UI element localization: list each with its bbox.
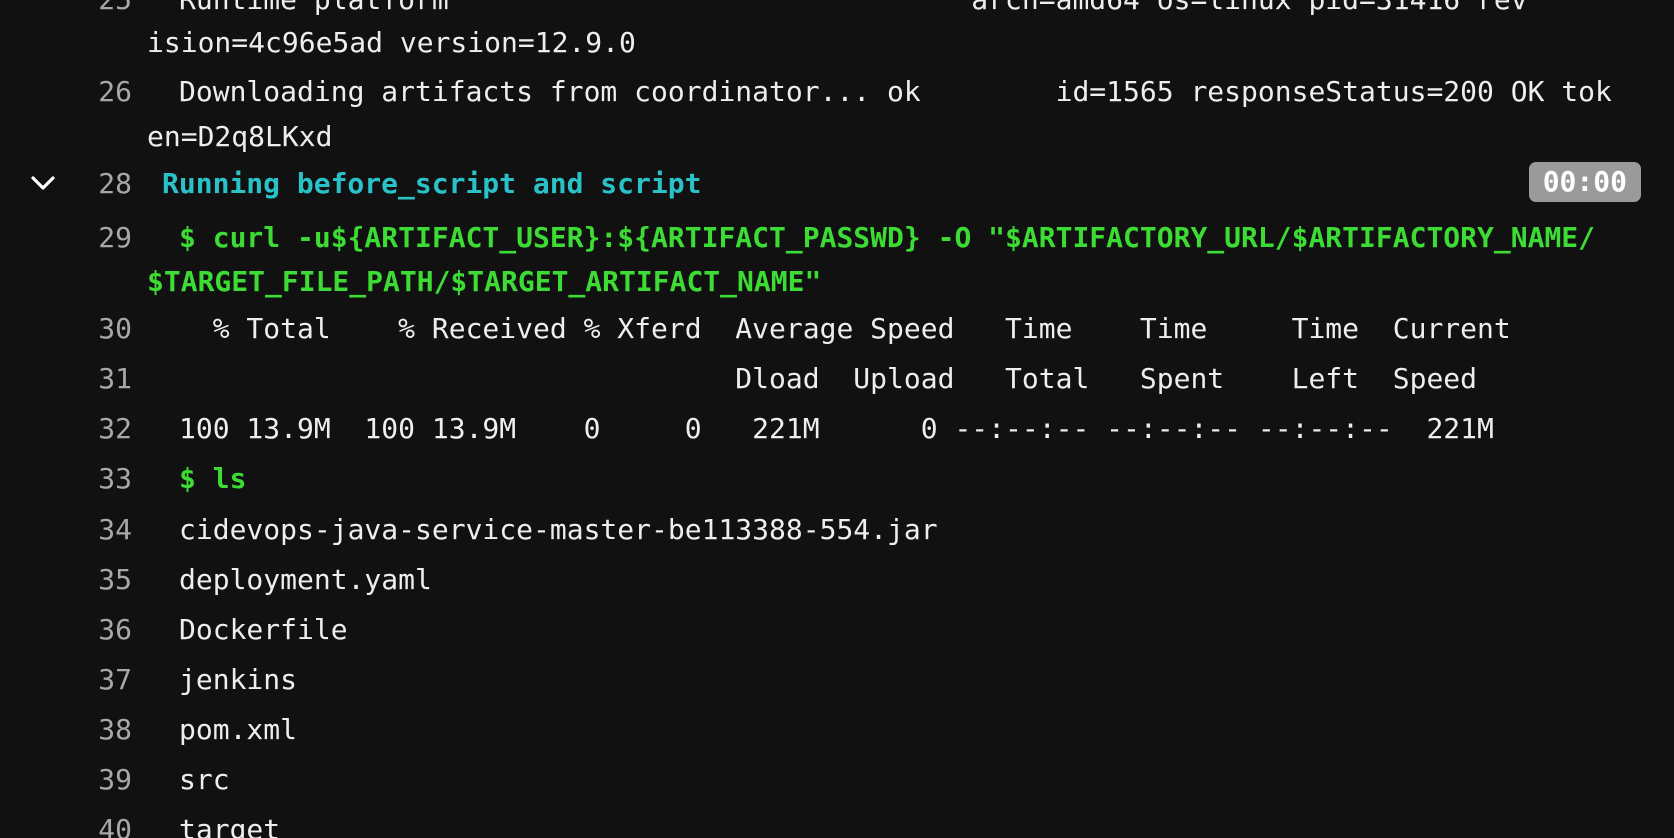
section-title: Running before_script and script — [162, 167, 702, 200]
line-number[interactable]: 38 — [68, 708, 132, 752]
log-line: 25 Runtime platform arch=amd64 os=linux … — [0, 0, 1674, 22]
section-duration-badge: 00:00 — [1528, 162, 1641, 202]
log-text: Runtime platform arch=amd64 os=linux pid… — [179, 0, 1528, 22]
command-text: $ ls — [179, 462, 247, 495]
chevron-down-icon[interactable] — [28, 168, 58, 198]
line-number[interactable]: 29 — [68, 216, 132, 260]
line-number[interactable]: 28 — [68, 162, 132, 206]
line-number[interactable]: 34 — [68, 508, 132, 552]
log-line: 31 Dload Upload Total Spent Left Speed — [0, 357, 1674, 401]
log-line-wrap: ision=4c96e5ad version=12.9.0 — [0, 21, 1674, 65]
log-line: 30 % Total % Received % Xferd Average Sp… — [0, 307, 1674, 351]
command-text-wrap: $TARGET_FILE_PATH/$TARGET_ARTIFACT_NAME" — [147, 265, 822, 298]
section-header[interactable]: 28 Running before_script and script 00:0… — [0, 162, 1674, 206]
line-number[interactable]: 25 — [68, 0, 132, 22]
log-line: 39 src — [0, 758, 1674, 802]
line-number[interactable]: 36 — [68, 608, 132, 652]
log-text: deployment.yaml — [179, 563, 432, 596]
log-text: % Total % Received % Xferd Average Speed… — [179, 312, 1511, 345]
log-line: 26 Downloading artifacts from coordinato… — [0, 70, 1674, 114]
log-line: 40 target — [0, 808, 1674, 838]
line-number[interactable]: 32 — [68, 407, 132, 451]
log-text: 100 13.9M 100 13.9M 0 0 221M 0 --:--:-- … — [179, 412, 1494, 445]
job-log: 25 Runtime platform arch=amd64 os=linux … — [0, 0, 1674, 838]
log-text: cidevops-java-service-master-be113388-55… — [179, 513, 938, 546]
log-text: Dockerfile — [179, 613, 348, 646]
log-text-wrap: en=D2q8LKxd — [147, 120, 333, 153]
log-text: src — [179, 763, 230, 796]
log-line: 33 $ ls — [0, 457, 1674, 501]
line-number[interactable]: 31 — [68, 357, 132, 401]
line-number[interactable]: 35 — [68, 558, 132, 602]
log-line: 38 pom.xml — [0, 708, 1674, 752]
log-text: Dload Upload Total Spent Left Speed — [179, 362, 1478, 395]
log-line: 29 $ curl -u${ARTIFACT_USER}:${ARTIFACT_… — [0, 216, 1674, 260]
log-text: jenkins — [179, 663, 298, 696]
log-line: 37 jenkins — [0, 658, 1674, 702]
log-line-wrap: en=D2q8LKxd — [0, 115, 1674, 159]
log-text: Downloading artifacts from coordinator..… — [179, 75, 1612, 108]
line-number[interactable]: 39 — [68, 758, 132, 802]
log-line-wrap: $TARGET_FILE_PATH/$TARGET_ARTIFACT_NAME" — [0, 260, 1674, 304]
line-number[interactable]: 26 — [68, 70, 132, 114]
log-line: 34 cidevops-java-service-master-be113388… — [0, 508, 1674, 552]
line-number[interactable]: 30 — [68, 307, 132, 351]
command-text: $ curl -u${ARTIFACT_USER}:${ARTIFACT_PAS… — [179, 221, 1596, 254]
line-number[interactable]: 37 — [68, 658, 132, 702]
log-line: 35 deployment.yaml — [0, 558, 1674, 602]
log-text-wrap: ision=4c96e5ad version=12.9.0 — [147, 26, 636, 59]
line-number[interactable]: 40 — [68, 808, 132, 838]
log-text: pom.xml — [179, 713, 298, 746]
log-text: target — [179, 813, 281, 838]
log-line: 36 Dockerfile — [0, 608, 1674, 652]
line-number[interactable]: 33 — [68, 457, 132, 501]
log-line: 32 100 13.9M 100 13.9M 0 0 221M 0 --:--:… — [0, 407, 1674, 451]
